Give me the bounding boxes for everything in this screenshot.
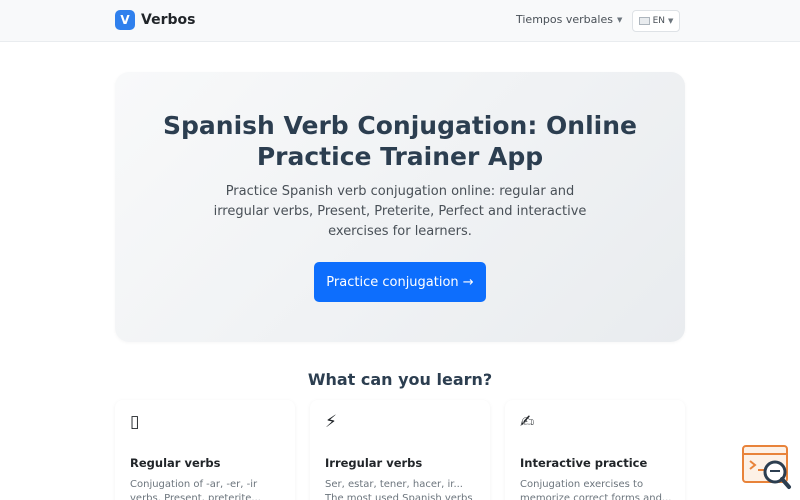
tenses-dropdown-label: Tiempos verbales — [516, 13, 613, 26]
feature-card-text: Conjugation exercises to memorize correc… — [520, 479, 672, 500]
feature-card-interactive[interactable]: ✍ Interactive practice Conjugation exerc… — [505, 400, 685, 500]
feature-card-irregular[interactable]: ⚡ Irregular verbs Ser, estar, tener, hac… — [310, 400, 490, 500]
brand-link[interactable]: V Verbos — [115, 10, 195, 30]
tenses-dropdown[interactable]: Tiempos verbales ▼ — [516, 13, 622, 26]
feature-card-text: Ser, estar, tener, hacer, ir... The most… — [325, 479, 473, 500]
brand-name: Verbos — [141, 12, 196, 28]
chevron-down-icon: ▼ — [668, 17, 674, 25]
features-heading: What can you learn? — [307, 370, 493, 389]
feature-card-title: Irregular verbs — [325, 456, 423, 470]
hero-section: Spanish Verb Conjugation: Online Practic… — [115, 72, 685, 342]
language-label: EN — [652, 16, 666, 26]
book-icon: ▯ — [130, 412, 140, 432]
hero-title: Spanish Verb Conjugation: Online Practic… — [163, 111, 637, 171]
practice-button[interactable]: Practice conjugation → — [314, 262, 486, 302]
navbar: V Verbos Tiempos verbales ▼ EN ▼ — [0, 0, 800, 42]
feature-card-title: Regular verbs — [130, 456, 221, 470]
feature-card-text: Conjugation of -ar, -er, -ir verbs. Pres… — [130, 479, 261, 500]
search-code-icon[interactable] — [742, 445, 792, 491]
brand-logo: V — [115, 10, 135, 30]
feature-card-title: Interactive practice — [520, 456, 648, 470]
hero-lead: Practice Spanish verb conjugation online… — [213, 184, 587, 239]
flag-icon — [638, 17, 650, 25]
lightning-icon: ⚡ — [325, 412, 337, 432]
chevron-down-icon: ▼ — [616, 15, 623, 24]
language-selector[interactable]: EN ▼ — [632, 10, 680, 32]
feature-card-regular[interactable]: ▯ Regular verbs Conjugation of -ar, -er,… — [115, 400, 295, 500]
writing-hand-icon: ✍ — [520, 412, 535, 432]
